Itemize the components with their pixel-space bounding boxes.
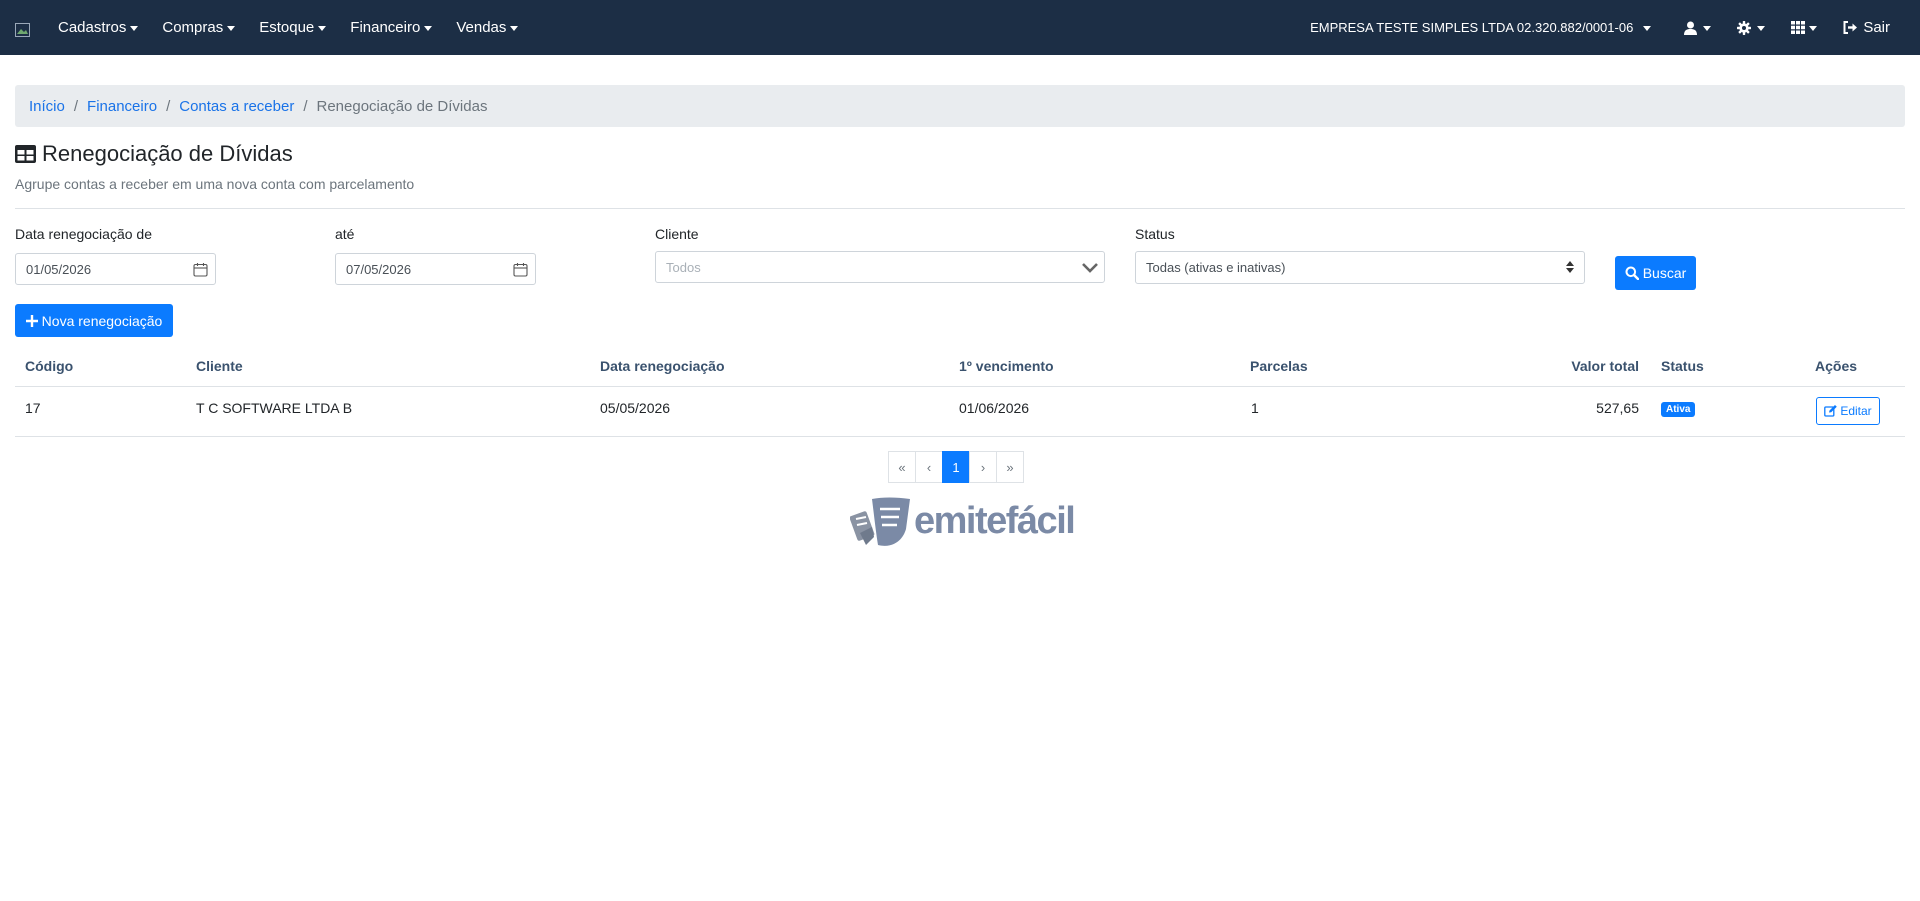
- date-to-label: até: [335, 226, 355, 242]
- header-date[interactable]: Data renegociação: [600, 358, 725, 374]
- breadcrumb-contas-a-receber[interactable]: Contas a receber: [179, 98, 294, 115]
- menu-label: Estoque: [259, 19, 315, 36]
- breadcrumb-financeiro[interactable]: Financeiro: [87, 98, 157, 115]
- brand-name: emitefácil: [914, 499, 1076, 542]
- header-installments[interactable]: Parcelas: [1250, 358, 1308, 374]
- new-button-label: Nova renegociação: [41, 312, 163, 329]
- menu-label: Cadastros: [58, 19, 127, 36]
- header-code[interactable]: Código: [25, 358, 73, 374]
- page-next[interactable]: ›: [969, 451, 997, 483]
- header-divider: [15, 386, 1905, 387]
- breadcrumb-separator: /: [166, 97, 171, 115]
- caret-down-icon: [510, 25, 519, 31]
- calendar-icon[interactable]: [513, 262, 528, 280]
- edit-icon: [1824, 405, 1838, 417]
- settings-menu[interactable]: [1724, 0, 1778, 55]
- menu-label: Compras: [162, 19, 224, 36]
- date-to-value: 07/05/2026: [346, 261, 412, 277]
- chevron-down-icon: [1081, 259, 1099, 278]
- status-badge: Ativa: [1661, 402, 1696, 417]
- edit-label: Editar: [1840, 404, 1872, 418]
- page-subtitle: Agrupe contas a receber em uma nova cont…: [15, 176, 415, 192]
- cell-total: 527,65: [1596, 400, 1639, 416]
- status-value: Todas (ativas e inativas): [1146, 260, 1286, 275]
- caret-down-icon: [130, 25, 139, 31]
- cell-installments: 1: [1251, 400, 1259, 416]
- company-selector[interactable]: EMPRESA TESTE SIMPLES LTDA 02.320.882/00…: [1297, 0, 1671, 55]
- date-to-input[interactable]: 07/05/2026: [335, 253, 536, 285]
- breadcrumb-current: Renegociação de Dívidas: [316, 97, 488, 115]
- breadcrumb-separator: /: [303, 97, 308, 115]
- menu-financeiro[interactable]: Financeiro: [338, 0, 444, 55]
- client-select[interactable]: Todos: [655, 251, 1105, 283]
- page-prev[interactable]: ‹: [915, 451, 943, 483]
- emitefacil-logo: emitefácil: [850, 493, 1076, 549]
- user-menu[interactable]: [1671, 0, 1724, 55]
- caret-down-icon: [1757, 25, 1766, 31]
- date-from-label: Data renegociação de: [15, 226, 152, 242]
- divider: [15, 208, 1905, 209]
- breadcrumb: Início / Financeiro / Contas a receber /…: [15, 85, 1905, 127]
- nav-right: EMPRESA TESTE SIMPLES LTDA 02.320.882/00…: [1297, 0, 1920, 55]
- row-divider: [15, 436, 1905, 437]
- menu-estoque[interactable]: Estoque: [247, 0, 338, 55]
- broken-logo-icon[interactable]: [15, 23, 30, 37]
- page-first[interactable]: «: [888, 451, 916, 483]
- apps-menu[interactable]: [1778, 0, 1830, 55]
- table-icon: [15, 145, 36, 163]
- grid-icon: [1791, 21, 1806, 34]
- main-menu: Cadastros Compras Estoque Financeiro Ven…: [46, 0, 530, 55]
- edit-button[interactable]: Editar: [1816, 397, 1880, 425]
- header-first-due[interactable]: 1º vencimento: [959, 358, 1054, 374]
- brand-emblem-icon: [850, 497, 910, 546]
- page-last[interactable]: »: [996, 451, 1024, 483]
- menu-label: Vendas: [456, 19, 507, 36]
- calendar-icon[interactable]: [193, 262, 208, 280]
- user-icon: [1684, 21, 1698, 35]
- header-client[interactable]: Cliente: [196, 358, 243, 374]
- caret-down-icon: [1643, 25, 1652, 31]
- header-actions: Ações: [1815, 358, 1858, 374]
- caret-down-icon: [1809, 25, 1818, 31]
- logout-label: Sair: [1863, 19, 1890, 36]
- page-current[interactable]: 1: [942, 451, 970, 483]
- date-from-input[interactable]: 01/05/2026: [15, 253, 216, 285]
- page-title: Renegociação de Dívidas: [15, 141, 293, 167]
- page-title-text: Renegociação de Dívidas: [42, 141, 293, 166]
- header-status[interactable]: Status: [1661, 358, 1704, 374]
- sort-arrows-icon: [1566, 260, 1574, 277]
- logout-button[interactable]: Sair: [1830, 0, 1920, 55]
- status-select[interactable]: Todas (ativas e inativas): [1135, 251, 1585, 284]
- breadcrumb-inicio[interactable]: Início: [29, 98, 65, 115]
- caret-down-icon: [424, 25, 433, 31]
- search-button[interactable]: Buscar: [1615, 256, 1696, 290]
- client-label: Cliente: [655, 226, 699, 242]
- cell-date: 05/05/2026: [600, 400, 671, 416]
- caret-down-icon: [227, 25, 236, 31]
- cell-code: 17: [25, 400, 41, 416]
- cell-first-due: 01/06/2026: [959, 400, 1030, 416]
- header-total[interactable]: Valor total: [1500, 358, 1639, 374]
- pagination: « ‹ 1 › »: [888, 451, 1024, 483]
- client-placeholder: Todos: [666, 259, 701, 275]
- menu-compras[interactable]: Compras: [150, 0, 247, 55]
- plus-icon: [25, 314, 38, 327]
- menu-cadastros[interactable]: Cadastros: [46, 0, 150, 55]
- sign-out-icon: [1843, 21, 1858, 34]
- search-icon: [1625, 266, 1639, 280]
- menu-label: Financeiro: [350, 19, 421, 36]
- new-renegotiation-button[interactable]: Nova renegociação: [15, 304, 173, 337]
- menu-vendas[interactable]: Vendas: [444, 0, 530, 55]
- search-button-label: Buscar: [1642, 265, 1687, 281]
- status-label: Status: [1135, 226, 1175, 242]
- caret-down-icon: [1703, 25, 1712, 31]
- cell-client: T C SOFTWARE LTDA B: [196, 400, 353, 416]
- top-navbar: Cadastros Compras Estoque Financeiro Ven…: [0, 0, 1920, 55]
- gear-icon: [1737, 20, 1752, 35]
- breadcrumb-separator: /: [73, 97, 79, 115]
- caret-down-icon: [318, 25, 327, 31]
- company-name: EMPRESA TESTE SIMPLES LTDA 02.320.882/00…: [1310, 20, 1634, 35]
- date-from-value: 01/05/2026: [26, 261, 92, 277]
